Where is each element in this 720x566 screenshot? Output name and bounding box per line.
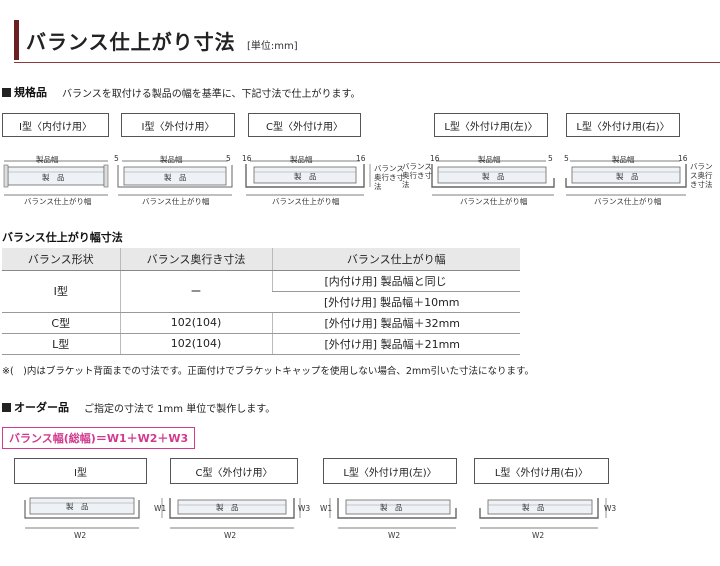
cell-depth: 102(104) (119, 333, 272, 355)
product-label: 製 品 (380, 503, 403, 512)
w3-label: W3 (298, 504, 311, 513)
order-type-c: C型〈外付け用〉 (170, 458, 298, 484)
dim-5-right: 5 (548, 154, 553, 163)
unit-label: [単位:mm] (247, 41, 298, 52)
w3-label: W3 (604, 504, 617, 513)
product-label: 製 品 (164, 173, 187, 182)
spec-type-i-outer: I型〈外付け用〉 (121, 113, 235, 137)
finish-width-label: バランス仕上がり幅 (594, 197, 662, 206)
table-row: C型 102(104) [外付け用] 製品幅＋32mm (2, 312, 520, 334)
col-header-depth: バランス奥行き寸法 (119, 248, 272, 271)
order-diagram-c: W1 製 品 W2 W3 (154, 494, 312, 546)
depth-label: バランス奥行き寸法 (402, 162, 432, 189)
order-diagram-l-left: W1 製 品 W2 (318, 494, 460, 546)
order-type-i: I型 (14, 458, 147, 484)
title-accent-bar (14, 20, 19, 60)
table-heading: バランス仕上がり幅寸法 (2, 231, 123, 244)
cell-width: [外付け用] 製品幅＋32mm (271, 312, 520, 334)
finish-width-table: バランス形状 バランス奥行き寸法 バランス仕上がり幅 I型 ー [内付け用] 製… (2, 248, 520, 355)
product-label: 製 品 (42, 173, 65, 182)
product-label: 製 品 (522, 503, 545, 512)
dim-5-left: 5 (564, 154, 569, 163)
title-divider (14, 62, 720, 63)
product-width-label: 製品幅 (478, 155, 501, 164)
cell-width: [内付け用] 製品幅と同じ (271, 270, 520, 292)
dim-16-left: 16 (430, 154, 440, 163)
spec-type-l-right: L型〈外付け用(右)〉 (566, 113, 680, 137)
spec-diagram-l-left: バランス奥行き寸法 16 5 製品幅 製 品 バランス仕上がり幅 (402, 152, 564, 207)
spec-diagram-i-inner: 製品幅 製 品 バランス仕上がり幅 (2, 152, 110, 207)
spec-heading: 規格品 (2, 84, 47, 100)
spec-diagram-l-right: 5 16 製品幅 製 品 バランス仕上がり幅 バランス奥行き寸法 (564, 152, 716, 207)
square-bullet-icon (2, 403, 11, 412)
w2-label: W2 (224, 531, 237, 540)
table-row: I型 ー [内付け用] 製品幅と同じ (2, 270, 520, 313)
dim-5-right: 5 (226, 154, 231, 163)
square-bullet-icon (2, 88, 11, 97)
dim-16-left: 16 (242, 154, 252, 163)
order-type-l-right: L型〈外付け用(右)〉 (474, 458, 609, 484)
dim-16-right: 16 (356, 154, 366, 163)
product-label: 製 品 (294, 172, 317, 181)
order-type-l-left: L型〈外付け用(左)〉 (323, 458, 457, 484)
cell-width: [外付け用] 製品幅＋10mm (272, 291, 520, 313)
cell-depth: ー (119, 270, 272, 313)
product-label: 製 品 (216, 503, 239, 512)
finish-width-label: バランス仕上がり幅 (460, 197, 528, 206)
cell-width: [外付け用] 製品幅＋21mm (271, 333, 520, 355)
product-label: 製 品 (482, 172, 505, 181)
w2-label: W2 (388, 531, 401, 540)
order-diagram-l-right: 製 品 W2 W3 (476, 494, 620, 546)
order-heading: オーダー品 (2, 399, 69, 415)
w1-label: W1 (154, 504, 167, 513)
product-width-label: 製品幅 (290, 155, 313, 164)
product-label: 製 品 (66, 502, 89, 511)
depth-label: バランス奥行き寸法 (690, 162, 713, 189)
product-width-label: 製品幅 (612, 155, 635, 164)
spec-description: バランスを取付ける製品の幅を基準に、下記寸法で仕上がります。 (62, 89, 361, 100)
product-label: 製 品 (616, 172, 639, 181)
dim-16-right: 16 (678, 154, 688, 163)
spec-type-l-left: L型〈外付け用(左)〉 (434, 113, 548, 137)
table-note: ※( )内はブラケット背面までの寸法です。正面付けでブラケットキャップを使用しな… (2, 366, 535, 377)
col-header-shape: バランス形状 (2, 248, 120, 271)
w2-label: W2 (74, 531, 87, 540)
spec-type-c-outer: C型〈外付け用〉 (248, 113, 361, 137)
cell-depth: 102(104) (119, 312, 272, 334)
order-description: ご指定の寸法で 1mm 単位で製作します。 (84, 404, 276, 415)
product-width-label: 製品幅 (160, 155, 183, 164)
spec-diagram-i-outer: 5 5 製品幅 製 品 バランス仕上がり幅 (114, 152, 236, 207)
finish-width-label: バランス仕上がり幅 (272, 197, 340, 206)
product-width-label: 製品幅 (36, 155, 59, 164)
table-row: L型 102(104) [外付け用] 製品幅＋21mm (2, 333, 520, 355)
dim-5-left: 5 (114, 154, 119, 163)
finish-width-label: バランス仕上がり幅 (24, 197, 92, 206)
page-title: バランス仕上がり寸法 (26, 30, 236, 54)
cell-shape: I型 (2, 270, 120, 313)
cell-shape: L型 (2, 333, 120, 355)
w2-label: W2 (532, 531, 545, 540)
col-header-width: バランス仕上がり幅 (271, 248, 520, 271)
order-diagram-i: 製 品 W2 (22, 494, 142, 546)
spec-diagram-c-outer: 16 16 製品幅 製 品 バランス仕上がり幅 バランス奥行き寸法 (240, 152, 408, 207)
width-formula: バランス幅(総幅)＝W1＋W2＋W3 (2, 427, 196, 449)
cell-shape: C型 (2, 312, 120, 334)
finish-width-label: バランス仕上がり幅 (142, 197, 210, 206)
spec-type-i-inner: I型〈内付け用〉 (2, 113, 109, 137)
w1-label: W1 (320, 504, 333, 513)
